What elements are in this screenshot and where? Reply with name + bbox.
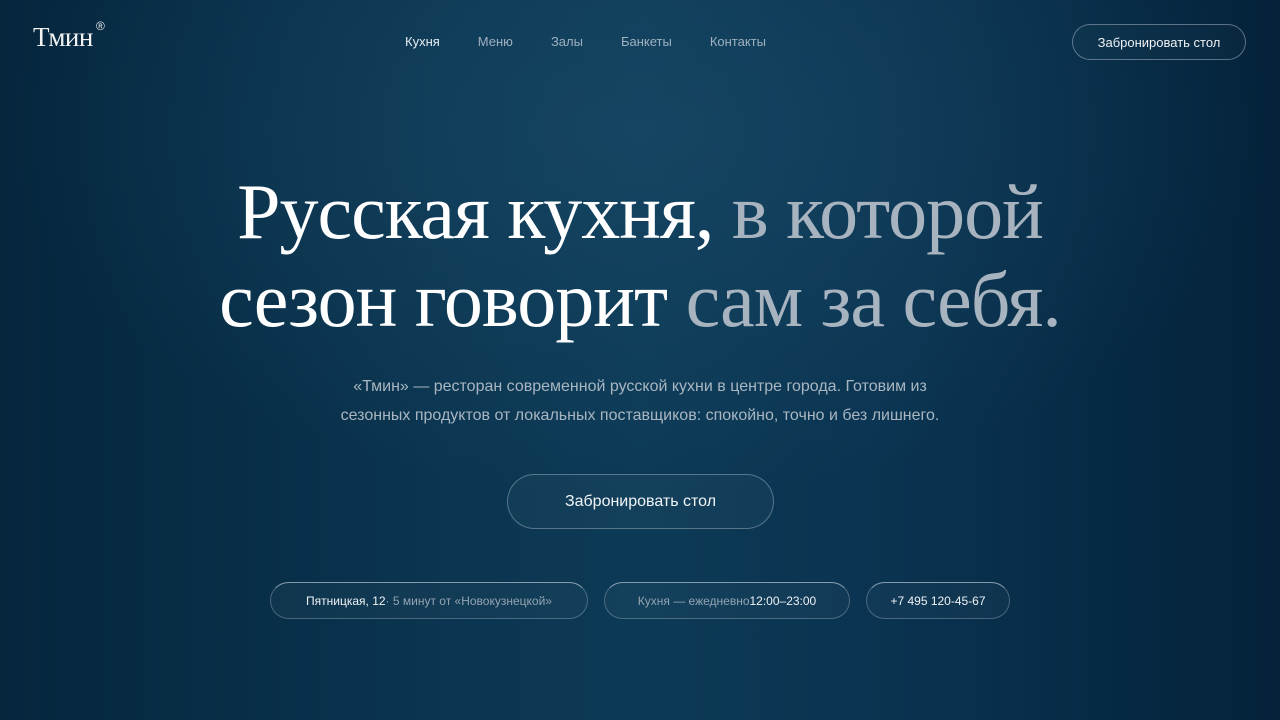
brand-logo[interactable]: Тмин — [33, 22, 93, 53]
address-note: · 5 минут от «Новокузнецкой» — [385, 593, 552, 608]
hero-subtitle: «Тмин» — ресторан современной русской ку… — [240, 372, 1040, 430]
registered-mark: ® — [96, 19, 105, 33]
hero-subtitle-line2: сезонных продуктов от локальных поставщи… — [340, 407, 940, 424]
hero-title: Русская кухня, в которой сезон говорит са… — [0, 168, 1280, 344]
hero-subtitle-line1: «Тмин» — ресторан современной русской ку… — [353, 378, 927, 395]
hero-title-part1: Русская кухня, — [237, 168, 714, 255]
hero-title-part2: в которой — [731, 168, 1044, 255]
address-pill[interactable]: Пятницкая, 12 · 5 минут от «Новокузнецко… — [270, 582, 588, 619]
hours-value: 12:00–23:00 — [749, 593, 817, 608]
phone-pill[interactable]: +7 495 120-45-67 — [866, 582, 1010, 619]
nav-item-halls[interactable]: Залы — [551, 34, 583, 49]
address-street: Пятницкая, 12 — [306, 593, 386, 608]
nav-item-contacts[interactable]: Контакты — [710, 34, 766, 49]
nav-item-banquets[interactable]: Банкеты — [621, 34, 672, 49]
site-header: Тмин ® Кухня Меню Залы Банкеты Контакты … — [0, 0, 1280, 84]
main-nav: Кухня Меню Залы Банкеты Контакты — [405, 34, 766, 49]
hours-pill: Кухня — ежедневно 12:00–23:00 — [604, 582, 850, 619]
nav-item-menu[interactable]: Меню — [478, 34, 513, 49]
hours-label: Кухня — ежедневно — [637, 593, 750, 608]
nav-item-kitchen[interactable]: Кухня — [405, 34, 440, 49]
hero-title-part3: сезон говорит — [219, 256, 668, 343]
phone-number[interactable]: +7 495 120-45-67 — [890, 594, 985, 608]
header-book-table-button[interactable]: Забронировать стол — [1072, 24, 1246, 60]
hero-title-part4: сам за себя. — [685, 256, 1062, 343]
hero-book-table-button[interactable]: Забронировать стол — [507, 474, 774, 529]
